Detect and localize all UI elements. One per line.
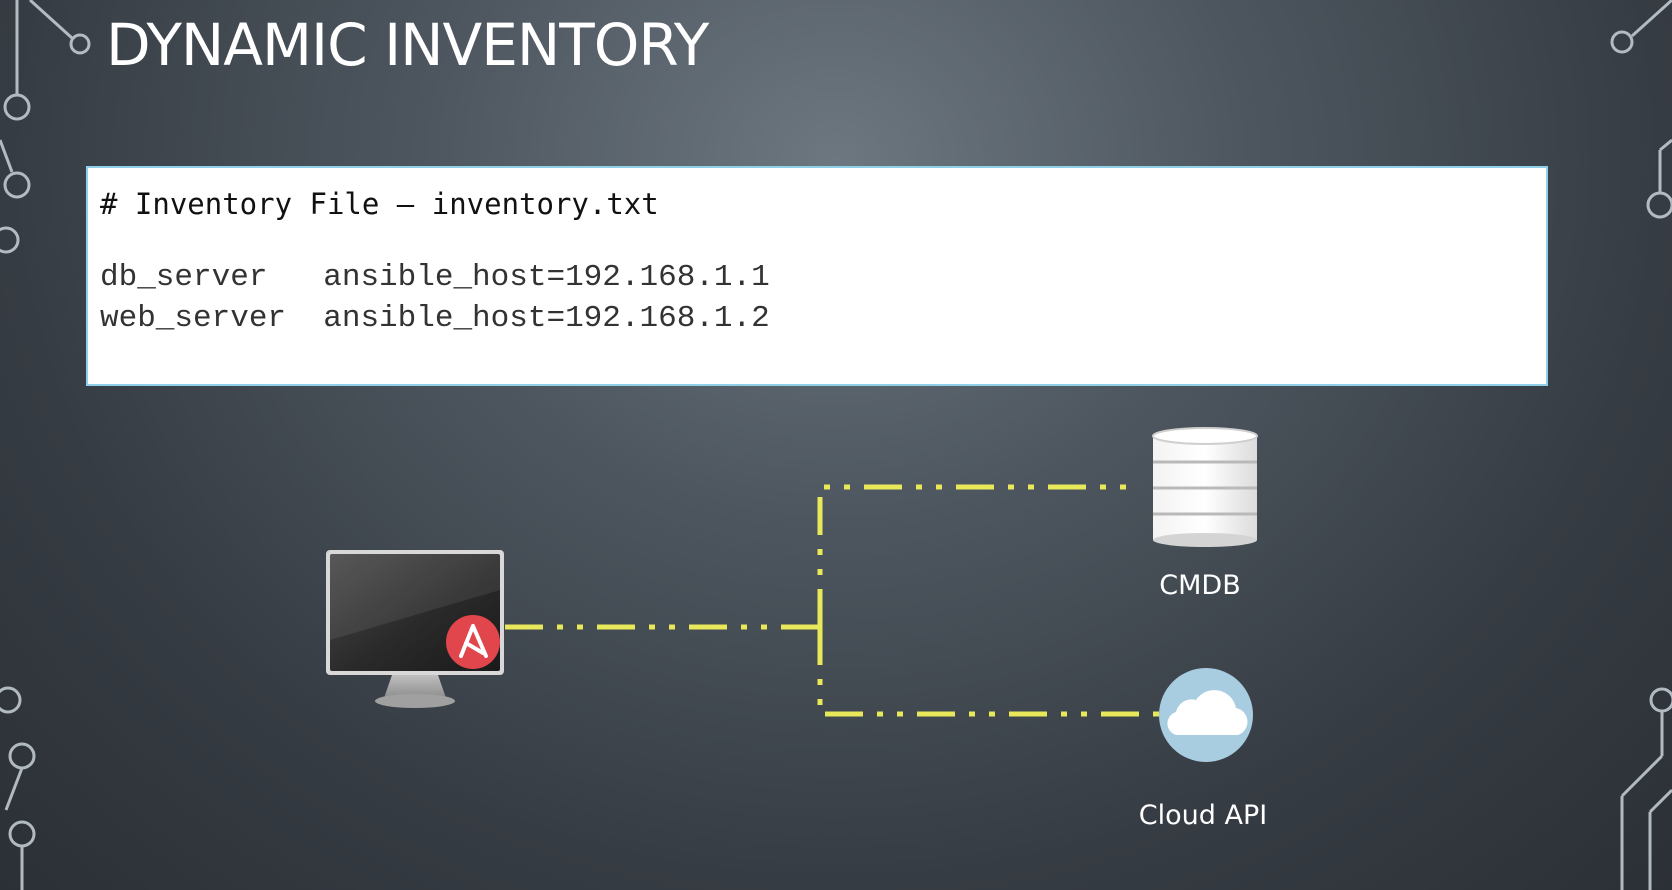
cmdb-label: CMDB <box>1159 570 1241 601</box>
connector-to-cmdb <box>817 484 1140 627</box>
connector-lines <box>505 484 1160 717</box>
ansible-controller-computer <box>326 550 504 708</box>
cloud-api-label: Cloud API <box>1138 800 1268 831</box>
ansible-logo-icon <box>446 615 500 669</box>
dynamic-inventory-diagram <box>326 427 1258 762</box>
database-icon <box>1152 427 1258 547</box>
cloud-icon <box>1159 668 1253 762</box>
connector-to-cloud-api <box>817 627 1160 717</box>
